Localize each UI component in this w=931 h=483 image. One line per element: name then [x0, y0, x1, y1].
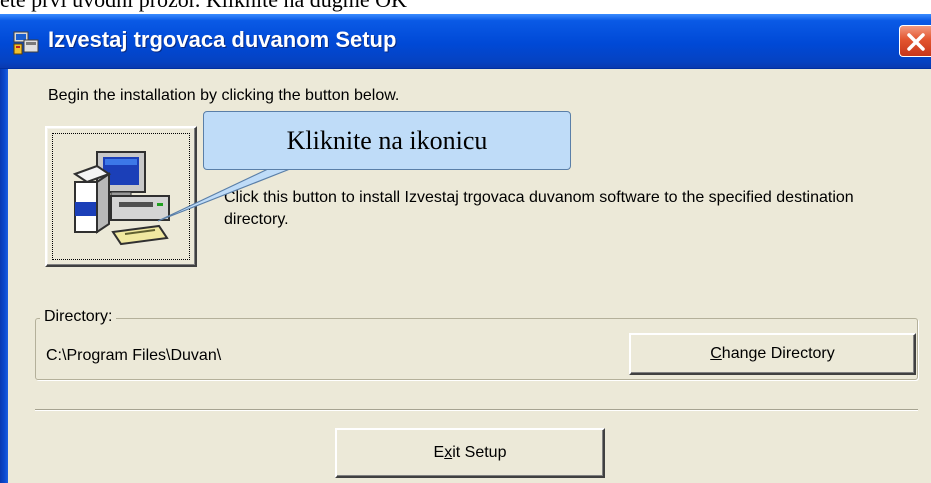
directory-path: C:\Program Files\Duvan\: [46, 347, 222, 364]
computer-setup-icon: [12, 28, 40, 56]
close-button[interactable]: [899, 25, 931, 57]
dialog-body: Begin the installation by clicking the b…: [0, 69, 931, 483]
directory-label: Directory:: [40, 308, 117, 326]
change-directory-label: hange Directory: [721, 345, 835, 362]
change-directory-button[interactable]: Change Directory: [629, 333, 916, 375]
document-caption: ete prvi uvodni prozor. Kliknite na dugm…: [0, 0, 931, 12]
change-directory-mnemonic: C: [710, 345, 722, 362]
callout-balloon: Kliknite na ikonicu: [203, 111, 571, 170]
setup-window: Izvestaj trgovaca duvanom Setup Begin th…: [0, 14, 931, 483]
title-bar[interactable]: Izvestaj trgovaca duvanom Setup: [0, 14, 931, 69]
exit-label-start: E: [433, 444, 445, 461]
install-button[interactable]: [45, 126, 197, 267]
exit-setup-button[interactable]: Exit Setup: [335, 428, 605, 478]
exit-mnemonic: x: [444, 444, 453, 461]
directory-group: Directory: C:\Program Files\Duvan\ Chang…: [35, 308, 918, 380]
separator: [35, 409, 918, 411]
intro-text: Begin the installation by clicking the b…: [48, 87, 400, 104]
exit-label-end: it Setup: [452, 444, 507, 461]
install-description: Click this button to install Izvestaj tr…: [224, 189, 854, 228]
window-title: Izvestaj trgovaca duvanom Setup: [48, 27, 397, 52]
window-frame-left: [0, 69, 8, 483]
